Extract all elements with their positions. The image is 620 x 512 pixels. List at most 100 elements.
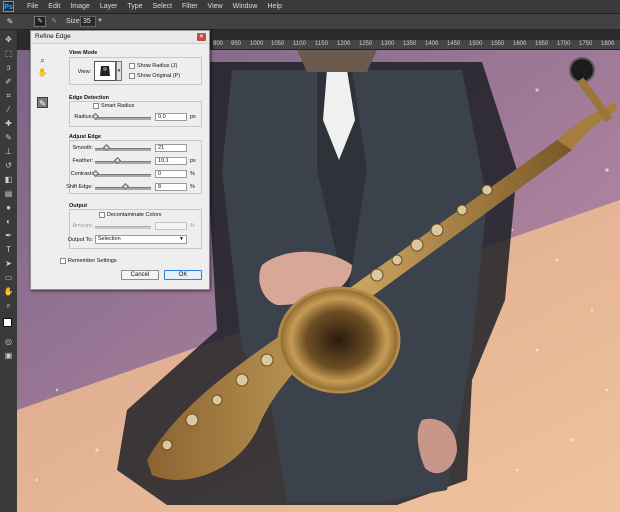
amount-unit: % — [190, 223, 195, 229]
show-original-checkbox[interactable] — [129, 73, 135, 79]
marquee-icon[interactable]: ⬚ — [2, 48, 15, 60]
menu-items: File Edit Image Layer Type Select Filter… — [22, 0, 287, 13]
brush-add-icon[interactable]: ✎ — [34, 16, 46, 27]
lasso-icon[interactable]: ↄ — [2, 62, 15, 74]
show-original-label: Show Original (P) — [137, 73, 181, 79]
menu-image[interactable]: Image — [65, 0, 94, 13]
ruler-tick: 1000 — [250, 41, 264, 47]
dialog-title: Refine Edge — [35, 33, 71, 40]
menu-window[interactable]: Window — [228, 0, 263, 13]
ruler-tick: 1400 — [425, 41, 439, 47]
history-brush-icon[interactable]: ↺ — [2, 160, 15, 172]
move-icon[interactable]: ✥ — [2, 34, 15, 46]
amount-input[interactable] — [155, 222, 187, 230]
ruler-tick: 1650 — [535, 41, 549, 47]
healing-icon[interactable]: ✚ — [2, 118, 15, 130]
ruler-tick: 1700 — [557, 41, 571, 47]
ruler-tick: 1550 — [491, 41, 505, 47]
view-preview-icon — [100, 66, 110, 76]
eyedropper-icon[interactable]: ⁄ — [2, 104, 15, 116]
pen-icon[interactable]: ✒ — [2, 230, 15, 242]
dialog-titlebar[interactable]: Refine Edge ✕ — [31, 31, 209, 44]
decontaminate-label: Decontaminate Colors — [107, 212, 162, 218]
contrast-slider[interactable] — [95, 174, 151, 177]
chevron-down-icon: ▼ — [179, 236, 184, 242]
radius-unit: px — [190, 114, 196, 120]
feather-input[interactable]: 10,1 — [155, 157, 187, 165]
brush-tool-icon[interactable]: ✎ — [2, 132, 15, 144]
ruler-tick: 1500 — [469, 41, 483, 47]
ruler-tick: 1600 — [513, 41, 527, 47]
gradient-icon[interactable]: ▤ — [2, 188, 15, 200]
smart-radius-checkbox[interactable] — [93, 103, 99, 109]
horizontal-ruler: 900 950 1000 1050 1100 1150 1200 1250 13… — [213, 40, 620, 50]
decontaminate-checkbox[interactable] — [99, 212, 105, 218]
saxophone-bell — [277, 286, 401, 394]
chevron-down-icon[interactable]: ▾ — [116, 61, 122, 81]
output-to-select[interactable]: Selection ▼ — [95, 235, 187, 244]
menu-view[interactable]: View — [203, 0, 228, 13]
ruler-tick: 1800 — [601, 41, 615, 47]
feather-slider[interactable] — [95, 161, 151, 164]
ruler-tick: 1300 — [381, 41, 395, 47]
close-icon[interactable]: ✕ — [197, 33, 206, 41]
smooth-input[interactable]: 21 — [155, 144, 187, 152]
output-to-label: Output To: — [67, 237, 93, 243]
radius-input[interactable]: 0,0 — [155, 113, 187, 121]
smart-radius-label: Smart Radius — [101, 103, 135, 109]
path-select-icon[interactable]: ➤ — [2, 258, 15, 270]
ruler-tick: 1450 — [447, 41, 461, 47]
ok-button[interactable]: OK — [164, 270, 202, 280]
crop-icon[interactable]: ⌗ — [2, 90, 15, 102]
view-label: View: — [77, 69, 91, 75]
menu-file[interactable]: File — [22, 0, 43, 13]
photoshop-logo: Ps — [3, 1, 14, 12]
show-radius-checkbox[interactable] — [129, 63, 135, 69]
neck — [297, 50, 377, 72]
stamp-icon[interactable]: ⊥ — [2, 146, 15, 158]
shift-edge-unit: % — [190, 184, 195, 190]
view-thumbnail[interactable] — [94, 61, 116, 81]
refine-radius-icon[interactable]: ✎ — [37, 97, 48, 108]
ruler-tick: 1050 — [271, 41, 285, 47]
eraser-icon[interactable]: ◧ — [2, 174, 15, 186]
menu-filter[interactable]: Filter — [177, 0, 203, 13]
brush-icon[interactable]: ✎ — [4, 16, 16, 27]
ruler-tick: 1150 — [315, 41, 328, 47]
radius-slider[interactable] — [95, 117, 151, 120]
quick-select-icon[interactable]: ✐ — [2, 76, 15, 88]
brush-erase-icon[interactable]: ✎ — [48, 16, 60, 27]
foreground-color[interactable] — [3, 318, 12, 327]
feather-unit: px — [190, 158, 196, 164]
quick-mask-icon[interactable]: ◎ — [2, 336, 15, 348]
hand-icon[interactable]: ✋ — [2, 286, 15, 298]
menu-edit[interactable]: Edit — [43, 0, 65, 13]
contrast-input[interactable]: 0 — [155, 170, 187, 178]
hand-tool-icon[interactable]: ✋ — [37, 67, 48, 78]
menu-help[interactable]: Help — [263, 0, 287, 13]
zoom-icon[interactable]: ⌕ — [2, 300, 15, 312]
shift-edge-input[interactable]: 8 — [155, 183, 187, 191]
feather-label: Feather: — [72, 158, 93, 164]
ruler-tick: 950 — [231, 41, 242, 47]
dodge-icon[interactable]: ◐ — [2, 216, 15, 228]
menu-select[interactable]: Select — [148, 0, 177, 13]
cancel-button[interactable]: Cancel — [121, 270, 159, 280]
color-swatches[interactable] — [3, 318, 15, 330]
menu-type[interactable]: Type — [122, 0, 147, 13]
blur-icon[interactable]: ● — [2, 202, 15, 214]
options-bar: ✎ ✎ ✎ Size: 35 ▼ — [0, 14, 620, 30]
screen-mode-icon[interactable]: ▣ — [2, 350, 15, 362]
chevron-down-icon[interactable]: ▼ — [97, 16, 103, 27]
show-radius-label: Show Radius (J) — [137, 63, 178, 69]
type-icon[interactable]: T — [2, 244, 15, 256]
shape-icon[interactable]: ▭ — [2, 272, 15, 284]
amount-slider[interactable] — [95, 226, 151, 229]
menu-layer[interactable]: Layer — [95, 0, 123, 13]
size-input[interactable]: 35 — [80, 16, 96, 27]
amount-label: Amount: — [72, 223, 93, 229]
remember-settings-checkbox[interactable] — [60, 258, 66, 264]
shift-edge-label: Shift Edge: — [66, 184, 93, 190]
zoom-tool-icon[interactable]: ⌕ — [37, 55, 48, 66]
contrast-unit: % — [190, 171, 195, 177]
